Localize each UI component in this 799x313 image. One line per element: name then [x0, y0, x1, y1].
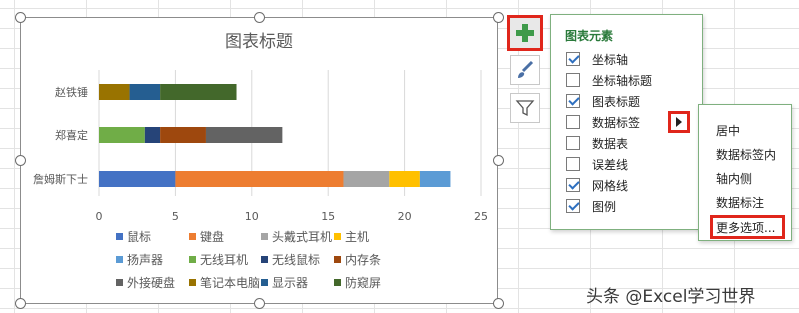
legend-swatch: [334, 233, 341, 240]
legend-label: 头戴式耳机: [272, 230, 333, 244]
checkbox-unchecked[interactable]: [566, 115, 580, 129]
legend-item[interactable]: 头戴式耳机: [261, 228, 332, 245]
resize-handle-top-right[interactable]: [493, 12, 504, 23]
legend-swatch: [189, 256, 196, 263]
resize-handle-bottom-left[interactable]: [15, 298, 26, 309]
watermark: 头条 @Excel学习世界: [586, 287, 756, 307]
chart-area[interactable]: [20, 17, 498, 304]
legend-swatch: [334, 279, 341, 286]
panel-item[interactable]: 数据表: [566, 133, 628, 153]
panel-item[interactable]: 坐标轴标题: [566, 70, 652, 90]
legend-item[interactable]: 键盘: [189, 228, 224, 245]
panel-item-label: 图例: [592, 199, 617, 214]
checkbox-checked[interactable]: [566, 199, 580, 213]
legend-label: 主机: [345, 230, 370, 244]
legend-label: 键盘: [200, 230, 225, 244]
resize-handle-top-left[interactable]: [15, 12, 26, 23]
legend-item[interactable]: 外接硬盘: [116, 274, 175, 291]
checkbox-checked[interactable]: [566, 52, 580, 66]
legend-item[interactable]: 无线耳机: [189, 251, 248, 268]
legend-swatch: [116, 233, 123, 240]
checkbox-unchecked[interactable]: [566, 157, 580, 171]
legend-label: 显示器: [272, 276, 309, 290]
checkbox-checked[interactable]: [566, 94, 580, 108]
legend-item[interactable]: 鼠标: [116, 228, 151, 245]
chart-elements-button[interactable]: [507, 15, 543, 51]
chart-filters-button[interactable]: [510, 93, 540, 123]
chart-styles-button[interactable]: [510, 55, 540, 85]
panel-item-label: 图表标题: [592, 94, 641, 109]
legend-swatch: [189, 279, 196, 286]
resize-handle-mid-left[interactable]: [15, 155, 26, 166]
legend-item[interactable]: 内存条: [334, 251, 381, 268]
legend-swatch: [189, 233, 196, 240]
resize-handle-top-center[interactable]: [254, 12, 265, 23]
resize-handle-bottom-right[interactable]: [493, 298, 504, 309]
legend-label: 鼠标: [127, 230, 152, 244]
brush-icon: [518, 60, 534, 78]
legend-swatch: [334, 256, 341, 263]
panel-item-label: 误差线: [592, 157, 629, 172]
legend-item[interactable]: 扬声器: [116, 251, 163, 268]
panel-item[interactable]: 数据标签: [566, 112, 640, 132]
legend-swatch: [116, 256, 123, 263]
legend-label: 内存条: [345, 253, 382, 267]
legend-item[interactable]: 防窥屏: [334, 274, 381, 291]
panel-item-label: 数据标签: [592, 115, 641, 130]
panel-item-label: 数据表: [592, 136, 629, 151]
legend-item[interactable]: 笔记本电脑: [189, 274, 260, 291]
legend-label: 无线耳机: [200, 253, 249, 267]
legend-item[interactable]: 无线鼠标: [261, 251, 320, 268]
legend-swatch: [261, 256, 268, 263]
legend-label: 无线鼠标: [272, 253, 321, 267]
legend-label: 防窥屏: [345, 276, 382, 290]
chart-title[interactable]: 图表标题: [20, 27, 498, 52]
legend-item[interactable]: 主机: [334, 228, 369, 245]
resize-handle-bottom-center[interactable]: [254, 298, 265, 309]
legend-swatch: [116, 279, 123, 286]
submenu-item[interactable]: 居中: [716, 122, 740, 139]
legend-label: 扬声器: [127, 253, 164, 267]
checkbox-checked[interactable]: [566, 178, 580, 192]
submenu-item[interactable]: 数据标注: [716, 194, 764, 211]
panel-item[interactable]: 图表标题: [566, 91, 640, 111]
legend-item[interactable]: 显示器: [261, 274, 308, 291]
resize-handle-mid-right[interactable]: [493, 155, 504, 166]
panel-item-label: 坐标轴标题: [592, 73, 653, 88]
filter-icon: [515, 100, 535, 117]
legend-swatch: [261, 279, 268, 286]
legend-swatch: [261, 233, 268, 240]
panel-item-label: 坐标轴: [592, 52, 629, 67]
data-labels-submenu-arrow[interactable]: [668, 111, 690, 133]
legend-label: 外接硬盘: [127, 276, 176, 290]
panel-title: 图表元素: [565, 29, 614, 43]
panel-item[interactable]: 图例: [566, 196, 616, 216]
panel-item-label: 网格线: [592, 178, 629, 193]
panel-item[interactable]: 网格线: [566, 175, 628, 195]
checkbox-unchecked[interactable]: [566, 73, 580, 87]
plus-icon: [516, 24, 534, 42]
more-options-highlight: [710, 215, 785, 239]
legend-label: 笔记本电脑: [200, 276, 261, 290]
submenu-item[interactable]: 轴内侧: [716, 170, 752, 187]
panel-item[interactable]: 误差线: [566, 154, 628, 174]
checkbox-unchecked[interactable]: [566, 136, 580, 150]
panel-item[interactable]: 坐标轴: [566, 49, 628, 69]
submenu-item[interactable]: 数据标签内: [716, 146, 776, 163]
